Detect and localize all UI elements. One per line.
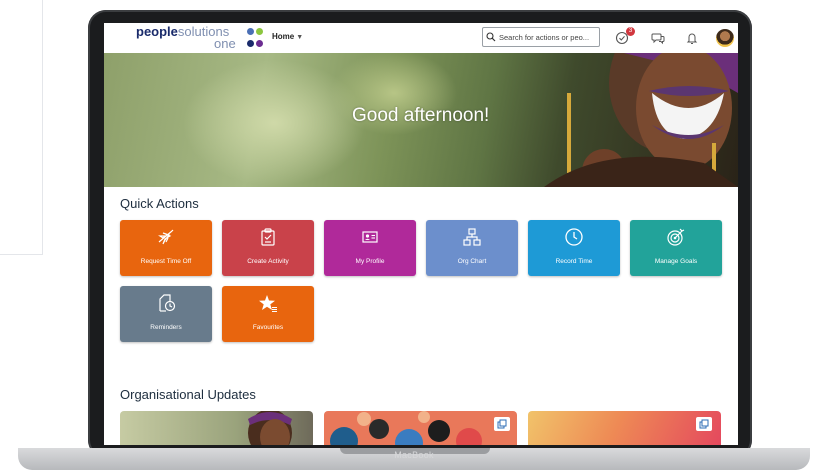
caret-down-icon: ▼	[296, 34, 304, 41]
update-card-image	[330, 411, 482, 445]
tile-request-time-off[interactable]: Request Time Off	[120, 220, 212, 276]
search-box[interactable]	[482, 27, 600, 47]
profile-card-icon	[362, 231, 378, 243]
search-icon	[486, 32, 496, 42]
update-card-1[interactable]	[120, 411, 313, 445]
tile-manage-goals[interactable]: Manage Goals	[630, 220, 722, 276]
hero-banner: Good afternoon!	[104, 53, 738, 187]
tile-label: Create Activity	[247, 258, 289, 265]
tile-record-time[interactable]: Record Time	[528, 220, 620, 276]
home-nav-label: Home	[272, 32, 295, 41]
target-icon	[667, 228, 685, 246]
open-external-icon	[497, 419, 507, 429]
laptop-brand-label: MacBook	[394, 450, 434, 460]
shell-header: peoplesolutions one Home▼ 3	[104, 23, 738, 54]
company-logo[interactable]: peoplesolutions one	[136, 25, 266, 51]
tile-create-activity[interactable]: Create Activity	[222, 220, 314, 276]
logo-dot-purple	[256, 40, 263, 47]
tile-favourites[interactable]: Favourites	[222, 286, 314, 342]
airplane-icon	[158, 229, 174, 245]
tile-my-profile[interactable]: My Profile	[324, 220, 416, 276]
tile-label: Manage Goals	[654, 258, 698, 265]
reminder-icon	[159, 294, 176, 312]
tile-label: Record Time	[555, 258, 593, 265]
app-screen: peoplesolutions one Home▼ 3	[104, 23, 738, 445]
tile-reminders[interactable]: Reminders	[120, 286, 212, 342]
background-panel	[0, 0, 43, 255]
open-card-button[interactable]	[494, 417, 510, 431]
clipboard-icon	[261, 228, 275, 246]
logo-dot-blue	[247, 28, 254, 35]
org-chart-icon	[463, 228, 481, 246]
tile-label: Request Time Off	[140, 258, 192, 265]
bell-icon[interactable]	[684, 30, 700, 46]
organisational-updates-title: Organisational Updates	[120, 387, 256, 402]
open-card-button[interactable]	[696, 417, 712, 431]
chat-icon[interactable]	[650, 30, 666, 46]
star-icon	[259, 295, 277, 312]
open-external-icon	[699, 419, 709, 429]
home-nav-menu[interactable]: Home ▼	[272, 32, 303, 41]
tile-label: My Profile	[355, 258, 385, 265]
notification-count-badge: 3	[626, 27, 635, 36]
search-input[interactable]	[499, 32, 595, 42]
update-card-image	[248, 411, 292, 445]
quick-actions-title: Quick Actions	[120, 196, 199, 211]
tile-label: Org Chart	[457, 258, 487, 265]
logo-word-one: one	[214, 36, 236, 51]
greeting-title: Good afternoon!	[352, 105, 490, 126]
tile-label: Reminders	[150, 324, 182, 331]
user-avatar[interactable]	[716, 29, 734, 47]
tile-label: Favourites	[252, 324, 284, 331]
update-card-3[interactable]	[528, 411, 721, 445]
tile-org-chart[interactable]: Org Chart	[426, 220, 518, 276]
logo-word-people: people	[136, 24, 178, 39]
clock-icon	[565, 228, 583, 246]
logo-dot-navy	[247, 40, 254, 47]
logo-dot-green	[256, 28, 263, 35]
update-card-2[interactable]	[324, 411, 517, 445]
